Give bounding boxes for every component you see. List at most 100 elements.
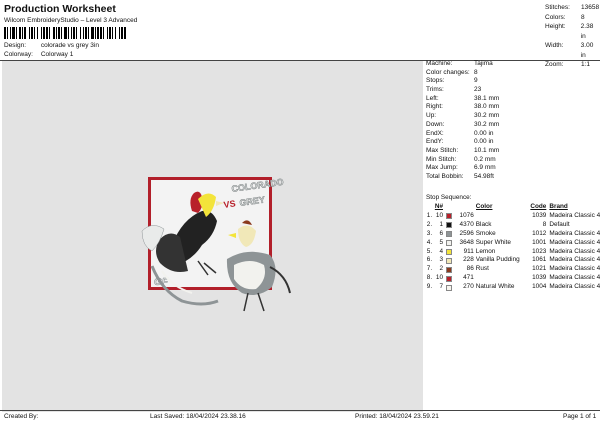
rooster-right-illustration — [226, 220, 291, 312]
color-code: 1001 — [532, 238, 547, 246]
stop-number: 4 — [439, 247, 443, 255]
stop-index: 3. — [426, 229, 433, 237]
stops-row: Stops: 9 — [426, 77, 478, 85]
color-swatch — [443, 284, 456, 291]
design-row: Design: colorade vs grey 3in — [4, 42, 99, 49]
design-label: Design: — [4, 42, 27, 49]
down-row: Down: 30.2 mm — [426, 120, 500, 128]
swatch-chip — [446, 231, 453, 238]
color-code: 1039 — [532, 212, 547, 219]
design-artwork: COLORADO VS GREY GF — [141, 177, 291, 312]
header-brand: Brand — [549, 203, 568, 210]
stop-row: 3. 6 2596 Smoke 1012 Madeira Classic 40 — [424, 230, 600, 239]
color-code: 1021 — [532, 265, 547, 273]
design-name: colorade vs grey 3in — [40, 42, 99, 49]
stop-row: 8. 10 471 1039 Madeira Classic 40 — [424, 274, 600, 283]
stop-number: 7 — [439, 283, 443, 291]
thread-brand: Madeira Classic 40 — [549, 229, 600, 237]
max-jump-row: Max Jump: 6.9 mm — [426, 164, 496, 172]
color-code: 1012 — [532, 229, 547, 237]
artwork-text-vs: VS — [223, 198, 236, 210]
stop-row: 4. 5 3648 Super White 1001 Madeira Classic 40 — [424, 239, 600, 248]
stitch-count: 228 — [463, 256, 474, 264]
thread-brand: Madeira Classic 40 — [549, 212, 600, 219]
stop-number: 2 — [439, 265, 443, 273]
design-preview: COLORADO VS GREY GF — [2, 61, 423, 412]
stitch-count: 911 — [463, 247, 474, 255]
stop-index: 2. — [426, 220, 433, 228]
color-swatch — [443, 213, 456, 220]
color-swatch — [443, 240, 456, 247]
artwork-text-top: COLORADO — [231, 177, 284, 194]
stitch-count: 270 — [463, 283, 474, 291]
color-name: Super White — [475, 238, 511, 246]
left-row: Left: 38.1 mm — [426, 94, 500, 102]
swatch-chip — [446, 240, 453, 247]
color-swatch — [443, 222, 456, 229]
stat-colors: Colors: 8 — [545, 13, 585, 21]
colorway-row: Colorway: Colorway 1 — [4, 51, 73, 58]
color-swatch — [443, 275, 456, 282]
stop-row: 9. 7 270 Natural White 1004 Madeira Classic 4… — [424, 283, 600, 292]
color-swatch — [443, 257, 456, 264]
stop-number: 6 — [439, 229, 443, 237]
stop-number: 1 — [439, 220, 443, 228]
stop-sequence-rows: 1. 10 1076 1039 Madeira Classic 40 2. 1 4370 Bla… — [424, 212, 600, 292]
header-code: Code — [530, 203, 547, 210]
stop-index: 4. — [426, 238, 433, 246]
colorway-label: Colorway: — [4, 51, 33, 58]
thread-brand: Madeira Classic 40 — [549, 238, 600, 246]
stop-number: 10 — [435, 274, 443, 282]
stop-number: 3 — [439, 256, 443, 264]
swatch-chip — [446, 222, 453, 229]
total-bobbin-row: Total Bobbin: 54.98ft — [426, 172, 494, 180]
color-swatch — [443, 266, 456, 273]
stitch-count: 1076 — [459, 212, 474, 219]
endx-row: EndX: 0.00 in — [426, 129, 494, 137]
stop-index: 5. — [426, 247, 433, 255]
swatch-chip — [446, 266, 453, 273]
endy-row: EndY: 0.00 in — [426, 138, 494, 146]
color-code: 1061 — [532, 256, 547, 264]
software-subtitle: Wilcom EmbroideryStudio – Level 3 Advanc… — [4, 17, 138, 24]
footer-divider — [0, 410, 600, 411]
max-stitch-row: Max Stitch: 10.1 mm — [426, 146, 500, 154]
stop-row: 5. 4 911 Lemon 1023 Madeira Classic 40 — [424, 248, 600, 257]
swatch-chip — [446, 275, 453, 282]
color-code: 1039 — [532, 274, 547, 282]
thread-brand: Madeira Classic 40 — [549, 283, 600, 291]
color-swatch — [443, 231, 456, 238]
swatch-chip — [446, 284, 453, 291]
swatch-chip — [446, 213, 453, 220]
thread-brand: Madeira Classic 40 — [549, 256, 600, 264]
up-row: Up: 30.2 mm — [426, 112, 500, 120]
barcode — [4, 27, 159, 39]
machine-row: Machine: Tajima — [426, 60, 493, 67]
stop-index: 1. — [426, 212, 433, 219]
stat-height: Height: 2.38 in — [545, 23, 594, 40]
color-changes-row: Color changes: 8 — [426, 68, 478, 76]
swatch-chip — [446, 257, 453, 264]
stop-index: 8. — [426, 274, 433, 282]
stat-stitches: Stitches: 13658 — [545, 4, 600, 11]
color-name: Rust — [475, 265, 489, 273]
color-code: 1004 — [532, 283, 547, 291]
stat-width: Width: 3.00 in — [545, 42, 594, 59]
stop-number: 10 — [435, 212, 443, 219]
stitch-count: 4370 — [459, 220, 474, 228]
stop-index: 7. — [426, 265, 433, 273]
page-number: Page 1 of 1 — [563, 413, 597, 420]
color-name: Lemon — [475, 247, 496, 255]
stitch-count: 471 — [463, 274, 474, 282]
printed-date: Printed: 18/04/2024 23.59.21 — [355, 413, 439, 420]
header-color: Color — [475, 203, 493, 210]
color-name: Natural White — [475, 283, 515, 291]
thread-brand: Madeira Classic 40 — [549, 247, 600, 255]
thread-brand: Madeira Classic 40 — [549, 274, 600, 282]
thread-brand: Madeira Classic 40 — [549, 265, 600, 273]
color-name: Black — [475, 220, 492, 228]
trims-row: Trims: 23 — [426, 86, 482, 94]
stop-row: 1. 10 1076 1039 Madeira Classic 40 — [424, 212, 600, 221]
color-name: Smoke — [475, 229, 496, 237]
machine-info-panel: Machine: Tajima Color changes: 8 Stops: 9 T… — [424, 60, 600, 182]
